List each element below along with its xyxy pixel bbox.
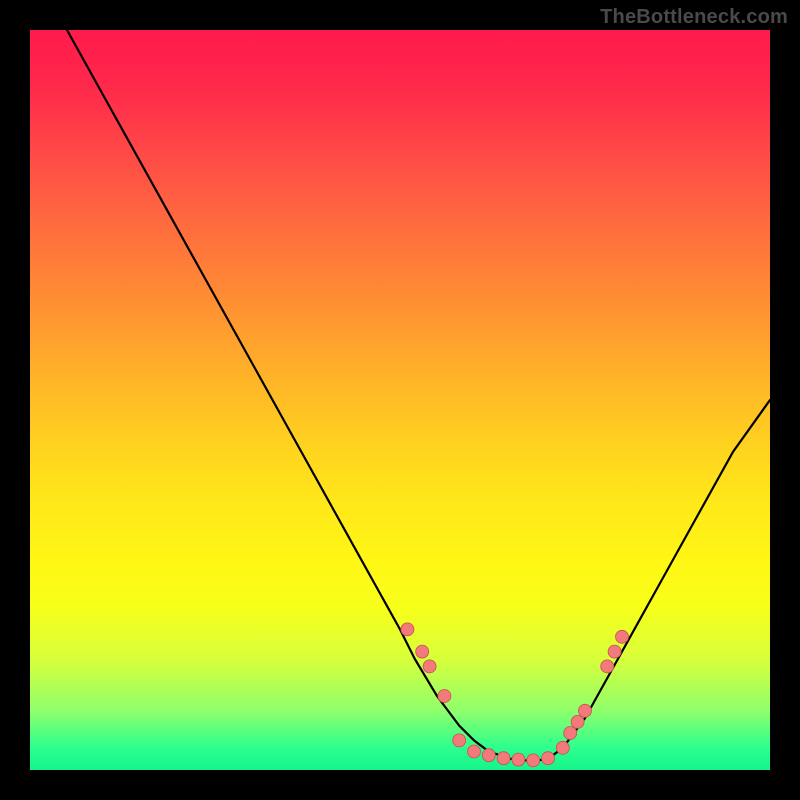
curve-dot [512, 753, 525, 766]
curve-dot [616, 630, 629, 643]
curve-dot [608, 645, 621, 658]
curve-dot [453, 734, 466, 747]
curve-dot [468, 745, 481, 758]
curve-dots-group [401, 623, 629, 767]
curve-dot [527, 754, 540, 767]
curve-dot [601, 660, 614, 673]
curve-dot [401, 623, 414, 636]
curve-dot [416, 645, 429, 658]
curve-dot [497, 752, 510, 765]
curve-dot [556, 741, 569, 754]
curve-dot [438, 690, 451, 703]
curve-dot [542, 752, 555, 765]
watermark-text: TheBottleneck.com [600, 6, 788, 29]
chart-svg [30, 30, 770, 770]
curve-dot [482, 749, 495, 762]
curve-dot [571, 715, 584, 728]
chart-plot-area [30, 30, 770, 770]
curve-dot [423, 660, 436, 673]
curve-dot [564, 727, 577, 740]
curve-dot [579, 704, 592, 717]
